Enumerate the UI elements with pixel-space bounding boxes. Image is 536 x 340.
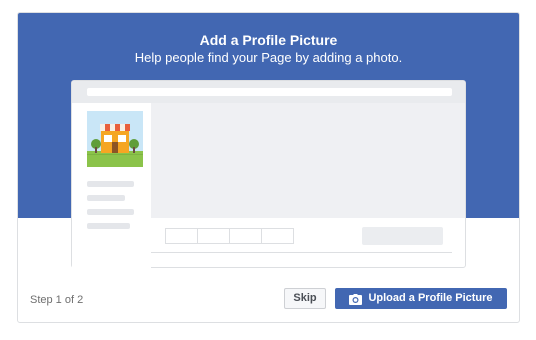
dialog-title: Add a Profile Picture xyxy=(199,32,338,48)
preview-line xyxy=(87,181,134,187)
storefront-illustration xyxy=(87,111,143,167)
storefront-icon xyxy=(87,111,143,167)
preview-tab xyxy=(198,229,230,243)
upload-button-label: Upload a Profile Picture xyxy=(368,292,493,304)
preview-right-gutter xyxy=(452,103,465,218)
add-profile-picture-dialog: Add a Profile Picture Help people find y… xyxy=(17,12,520,323)
page-preview-illustration xyxy=(71,80,466,268)
preview-tab xyxy=(166,229,198,243)
camera-icon xyxy=(349,293,363,305)
preview-line xyxy=(87,223,130,229)
preview-tab xyxy=(262,229,293,243)
preview-tabs xyxy=(165,228,294,244)
preview-action-bar xyxy=(151,218,452,253)
dialog-subtitle: Help people find your Page by adding a p… xyxy=(134,50,403,65)
preview-cover-area xyxy=(151,103,452,218)
skip-button[interactable]: Skip xyxy=(284,288,326,309)
preview-tab xyxy=(230,229,262,243)
preview-line xyxy=(87,195,125,201)
step-indicator: Step 1 of 2 xyxy=(30,294,84,306)
preview-cta-button xyxy=(362,227,443,245)
preview-left-column xyxy=(72,103,151,268)
preview-topbar xyxy=(72,81,465,103)
preview-search-bar xyxy=(87,88,452,96)
preview-line xyxy=(87,209,134,215)
upload-profile-picture-button[interactable]: Upload a Profile Picture xyxy=(335,288,507,309)
